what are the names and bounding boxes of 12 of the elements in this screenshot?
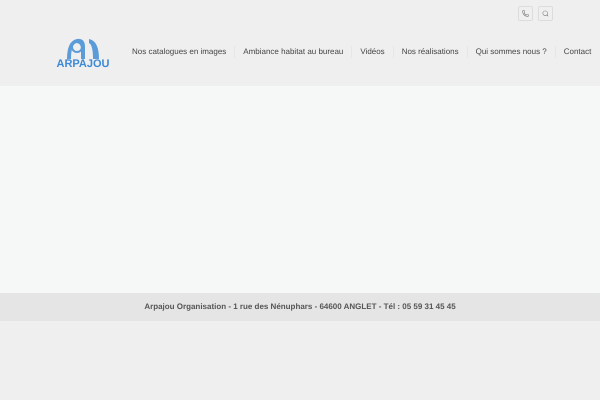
search-button[interactable] bbox=[538, 6, 553, 21]
nav-link[interactable]: Nos catalogues en images bbox=[124, 46, 234, 58]
search-icon bbox=[542, 10, 549, 17]
nav-link[interactable]: Ambiance habitat au bureau bbox=[234, 46, 352, 58]
footer-address: Arpajou Organisation - 1 rue des Nénuphars - 64600 ANGLET - Tél : 05 59 31 45 45 bbox=[144, 301, 456, 313]
nav-link[interactable]: Vidéos bbox=[351, 46, 393, 58]
logo-text: ARPAJOU bbox=[56, 59, 110, 70]
nav-link[interactable]: Nos réalisations bbox=[392, 46, 467, 58]
nav-link[interactable]: Contact bbox=[554, 46, 600, 58]
phone-icon bbox=[522, 10, 529, 17]
nav-link[interactable]: Qui sommes nous ? bbox=[466, 46, 555, 58]
phone-button[interactable] bbox=[518, 6, 533, 21]
